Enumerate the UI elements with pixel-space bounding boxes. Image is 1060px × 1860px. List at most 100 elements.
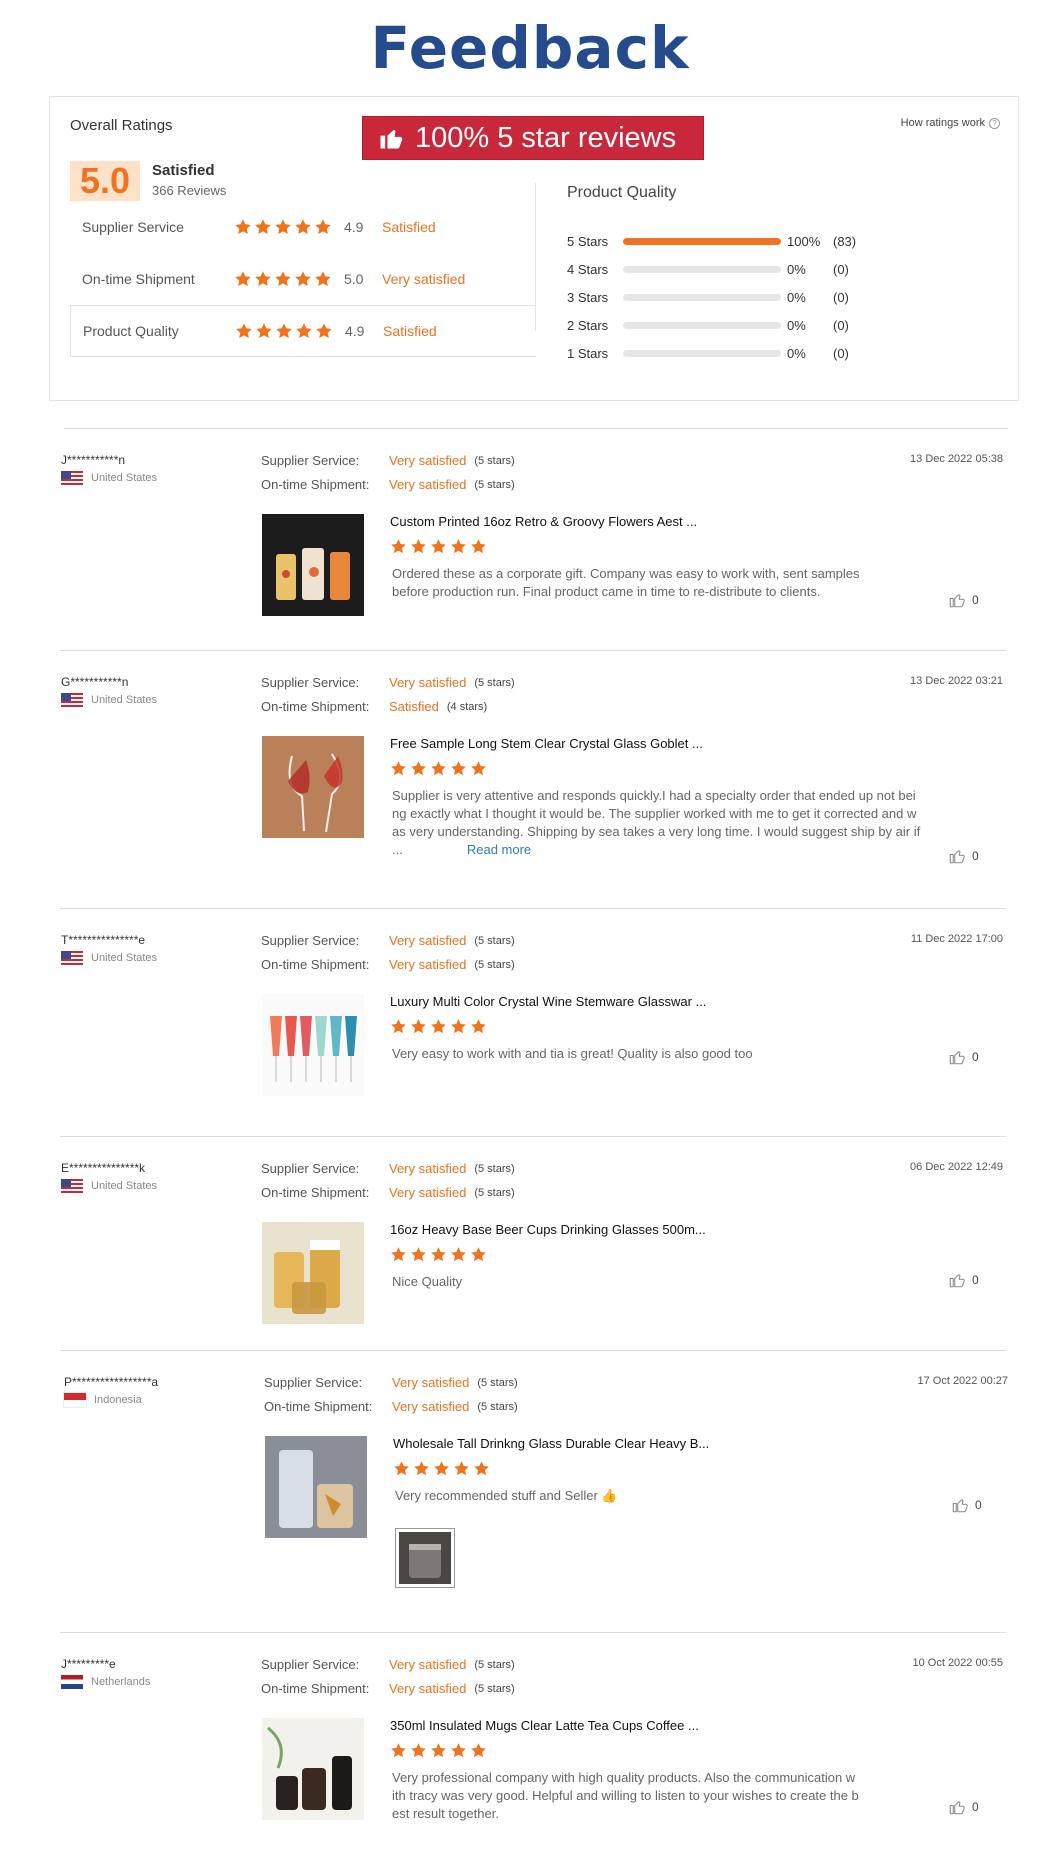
distribution-bar-track bbox=[623, 349, 781, 357]
review-attachment-image[interactable] bbox=[395, 1528, 455, 1588]
helpful-like-button[interactable]: 0 bbox=[948, 591, 979, 609]
product-name-link[interactable]: 350ml Insulated Mugs Clear Latte Tea Cup… bbox=[390, 1718, 699, 1733]
product-name-link[interactable]: Custom Printed 16oz Retro & Groovy Flowe… bbox=[390, 514, 697, 529]
review-stars bbox=[393, 1460, 490, 1477]
product-name-link[interactable]: 16oz Heavy Base Beer Cups Drinking Glass… bbox=[390, 1222, 706, 1237]
rating-stars bbox=[235, 322, 345, 340]
review-date: 06 Dec 2022 12:49 bbox=[910, 1161, 1003, 1173]
overall-score-word: Satisfied bbox=[152, 162, 215, 179]
shipment-label: On-time Shipment: bbox=[261, 699, 370, 714]
supplier-service-rating: Supplier Service: Very satisfied (5 stars) bbox=[261, 1657, 515, 1672]
supplier-service-label: Supplier Service: bbox=[261, 675, 360, 690]
page-title: Feedback bbox=[370, 14, 690, 82]
star-icon bbox=[275, 271, 291, 287]
comment-line: Very easy to work with and tia is great!… bbox=[392, 1046, 753, 1061]
review-date: 11 Dec 2022 17:00 bbox=[910, 933, 1003, 945]
star-icon bbox=[315, 271, 331, 287]
like-count: 0 bbox=[972, 1800, 979, 1814]
helpful-like-button[interactable]: 0 bbox=[951, 1496, 982, 1514]
product-name-link[interactable]: Wholesale Tall Drinkng Glass Durable Cle… bbox=[393, 1436, 709, 1451]
reviewer-country: United States bbox=[61, 693, 157, 707]
product-thumbnail[interactable] bbox=[262, 994, 364, 1096]
supplier-service-word: Very satisfied bbox=[389, 1657, 467, 1672]
supplier-service-stars: (5 stars) bbox=[477, 1376, 518, 1389]
star-icon bbox=[235, 219, 251, 235]
shipment-stars: (5 stars) bbox=[474, 1682, 515, 1695]
like-count: 0 bbox=[975, 1498, 982, 1512]
shipment-word: Very satisfied bbox=[389, 957, 467, 972]
distribution-bar-fill bbox=[623, 237, 781, 245]
star-icon bbox=[316, 323, 332, 339]
shipment-word: Satisfied bbox=[389, 699, 439, 714]
flag-icon bbox=[61, 471, 83, 485]
shipment-label: On-time Shipment: bbox=[261, 1185, 370, 1200]
rating-row-word: Satisfied bbox=[382, 219, 436, 235]
country-name: Indonesia bbox=[94, 1394, 142, 1406]
rating-row-word: Satisfied bbox=[383, 323, 437, 339]
helpful-like-button[interactable]: 0 bbox=[948, 1048, 979, 1066]
thumbs-up-icon bbox=[949, 1801, 965, 1815]
shipment-rating: On-time Shipment: Very satisfied (5 stars) bbox=[261, 1681, 515, 1696]
rating-row-label: Product Quality bbox=[83, 323, 179, 339]
five-star-banner: 100% 5 star reviews bbox=[362, 116, 704, 160]
comment-line: as very understanding. Shipping by sea t… bbox=[392, 824, 921, 839]
shipment-stars: (5 stars) bbox=[474, 1186, 515, 1199]
product-thumbnail[interactable] bbox=[262, 736, 364, 838]
how-ratings-work-link[interactable]: How ratings work ? bbox=[901, 117, 1000, 129]
flag-icon bbox=[61, 693, 83, 707]
review-divider bbox=[60, 650, 1006, 651]
supplier-service-word: Very satisfied bbox=[389, 453, 467, 468]
thumbs-up-icon bbox=[949, 1274, 965, 1288]
supplier-service-word: Very satisfied bbox=[392, 1375, 470, 1390]
star-icon bbox=[391, 761, 406, 776]
distribution-percent: 0% bbox=[787, 345, 806, 361]
review-comment: Ordered these as a corporate gift. Compa… bbox=[392, 565, 952, 601]
product-thumbnail[interactable] bbox=[262, 1718, 364, 1820]
rating-row-word: Very satisfied bbox=[382, 271, 466, 287]
product-thumbnail[interactable] bbox=[262, 1222, 364, 1324]
reviewer-country: Netherlands bbox=[61, 1675, 150, 1689]
supplier-service-label: Supplier Service: bbox=[261, 1657, 360, 1672]
product-name-link[interactable]: Luxury Multi Color Crystal Wine Stemware… bbox=[390, 994, 706, 1009]
star-icon bbox=[431, 1247, 446, 1262]
flag-icon bbox=[61, 1179, 83, 1193]
review-date: 13 Dec 2022 05:38 bbox=[910, 453, 1003, 465]
star-icon bbox=[236, 323, 252, 339]
star-icon bbox=[235, 271, 251, 287]
country-name: United States bbox=[91, 1180, 158, 1192]
thumbs-up-icon bbox=[949, 594, 965, 608]
helpful-like-button[interactable]: 0 bbox=[948, 1271, 979, 1289]
product-name-link[interactable]: Free Sample Long Stem Clear Crystal Glas… bbox=[390, 736, 703, 751]
review-comment: Supplier is very attentive and responds … bbox=[392, 787, 952, 859]
star-icon bbox=[255, 219, 271, 235]
review-item: J*********e Netherlands Supplier Service: V… bbox=[0, 1632, 1060, 1860]
review-count: 366 Reviews bbox=[152, 183, 227, 198]
distribution-label: 2 Stars bbox=[567, 317, 609, 333]
helpful-like-button[interactable]: 0 bbox=[948, 1798, 979, 1816]
like-count: 0 bbox=[972, 1273, 979, 1287]
how-ratings-work-label: How ratings work bbox=[900, 117, 985, 129]
review-item: G***********n United States Supplier Servi… bbox=[0, 650, 1060, 908]
reviewer-name: E***************k bbox=[61, 1161, 146, 1175]
rating-stars bbox=[234, 218, 344, 236]
star-icon bbox=[471, 1743, 486, 1758]
review-stars bbox=[390, 1742, 487, 1759]
shipment-rating: On-time Shipment: Very satisfied (5 stars) bbox=[261, 957, 515, 972]
read-more-link[interactable]: Read more bbox=[467, 842, 531, 857]
helpful-like-button[interactable]: 0 bbox=[948, 847, 979, 865]
review-date: 17 Oct 2022 00:27 bbox=[917, 1375, 1008, 1387]
star-icon bbox=[256, 323, 272, 339]
comment-ellipsis: ... bbox=[392, 842, 403, 857]
reviewer-name: P*****************a bbox=[64, 1375, 159, 1389]
country-name: Netherlands bbox=[91, 1676, 151, 1688]
supplier-service-rating: Supplier Service: Very satisfied (5 stars) bbox=[261, 453, 515, 468]
thumbs-up-icon bbox=[949, 1051, 965, 1065]
shipment-rating: On-time Shipment: Very satisfied (5 stars) bbox=[261, 1185, 515, 1200]
supplier-service-stars: (5 stars) bbox=[474, 454, 515, 467]
star-icon bbox=[255, 271, 271, 287]
review-divider bbox=[60, 908, 1006, 909]
star-icon bbox=[295, 271, 311, 287]
product-thumbnail[interactable] bbox=[262, 514, 364, 616]
product-thumbnail[interactable] bbox=[265, 1436, 367, 1538]
rating-row-value: 4.9 bbox=[345, 323, 365, 339]
